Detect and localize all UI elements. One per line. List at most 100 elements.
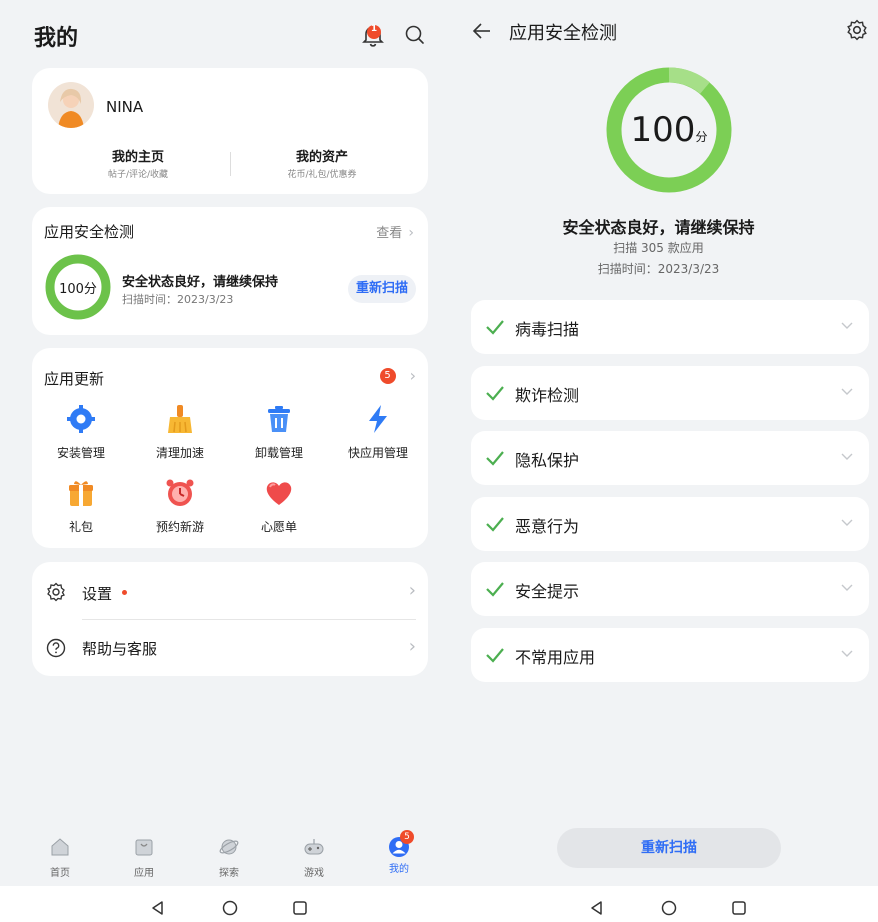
- updates-card-title: 应用更新: [44, 370, 105, 388]
- back-button[interactable]: [471, 20, 493, 46]
- help-row[interactable]: 帮助与客服 ›: [32, 620, 428, 676]
- chevron-right-icon: ›: [408, 580, 416, 601]
- username: NINA: [106, 98, 144, 116]
- view-link[interactable]: 查看 ›: [376, 222, 414, 241]
- security-status: 安全状态良好，请继续保持: [562, 218, 755, 237]
- grid-item-label: 清理加速: [155, 446, 204, 460]
- chevron-down-icon: [841, 388, 853, 395]
- gear-icon: [47, 582, 65, 602]
- assets-subtitle: 花币/礼包/优惠券: [287, 170, 357, 180]
- gear-icon: [847, 19, 867, 41]
- rescan-button[interactable]: 重新扫描: [347, 275, 416, 303]
- tab-home[interactable]: 首页: [30, 836, 90, 879]
- security-check-card[interactable]: 应用安全检测 查看 › 100分 安全状态良好，请继续保持 扫描时间：2023/…: [32, 207, 428, 335]
- check-label: 恶意行为: [515, 516, 580, 536]
- updates-more-link[interactable]: 5 ›: [379, 366, 416, 385]
- checkmark-icon: [486, 582, 504, 597]
- back-nav-button[interactable]: [146, 896, 170, 920]
- home-nav-button[interactable]: [218, 896, 242, 920]
- check-label: 安全提示: [515, 582, 580, 601]
- square-recents-icon: [293, 901, 307, 915]
- grid-item-label: 卸载管理: [254, 446, 303, 460]
- tab-explore[interactable]: 探索: [199, 836, 259, 879]
- triangle-back-icon: [152, 901, 163, 915]
- tab-label: 我的: [389, 864, 409, 875]
- score-text: 100分: [59, 282, 97, 297]
- settings-red-dot: [122, 590, 127, 595]
- checkmark-icon: [486, 320, 504, 335]
- search-button[interactable]: [404, 24, 426, 50]
- security-check-screen: 应用安全检测 100分 安全状态良好，请继续保持 扫描 305 款应用 扫描时间…: [439, 0, 878, 922]
- lightning-icon: [363, 404, 393, 434]
- tab-games[interactable]: 游戏: [284, 836, 344, 879]
- score-ring: 100分: [605, 66, 733, 194]
- settings-button[interactable]: [846, 19, 868, 45]
- check-label: 隐私保护: [515, 451, 580, 470]
- system-nav-bar: [0, 886, 439, 922]
- check-label: 病毒扫描: [515, 320, 580, 339]
- scanned-apps-count: 扫描 305 款应用: [613, 241, 704, 255]
- help-label: 帮助与客服: [82, 640, 158, 658]
- check-label: 不常用应用: [515, 647, 596, 667]
- grid-item-label: 心愿单: [260, 520, 297, 534]
- avatar-image: [58, 88, 84, 128]
- tab-me[interactable]: 5 我的: [369, 830, 429, 875]
- settings-row[interactable]: 设置 ›: [32, 562, 428, 620]
- back-nav-button[interactable]: [585, 896, 609, 920]
- notification-bell-button[interactable]: 1: [360, 22, 386, 48]
- square-recents-icon: [732, 901, 746, 915]
- gamepad-icon: [304, 839, 324, 855]
- recents-nav-button[interactable]: [727, 896, 751, 920]
- grid-item-label: 安装管理: [56, 446, 105, 460]
- grid-item-cleanup[interactable]: 清理加速: [132, 404, 228, 461]
- grid-item-install-manager[interactable]: 安装管理: [33, 404, 129, 461]
- triangle-back-icon: [591, 901, 602, 915]
- tab-label: 游戏: [304, 868, 324, 879]
- grid-item-label: 快应用管理: [347, 446, 408, 460]
- grid-item-quick-app-manager[interactable]: 快应用管理: [330, 404, 426, 461]
- page-title: 我的: [34, 26, 79, 51]
- check-label: 欺诈检测: [515, 385, 580, 405]
- score-unit: 分: [695, 130, 708, 144]
- settings-label: 设置: [82, 585, 113, 603]
- check-row[interactable]: 恶意行为: [471, 496, 869, 551]
- circle-home-icon: [661, 900, 677, 916]
- system-nav-bar: [439, 886, 878, 922]
- assets-title: 我的资产: [295, 150, 348, 165]
- grid-item-uninstall-manager[interactable]: 卸载管理: [231, 404, 327, 461]
- shopping-bag-icon: [135, 839, 153, 856]
- rescan-button[interactable]: 重新扫描: [557, 828, 781, 868]
- tab-label: 应用: [134, 868, 154, 879]
- check-row[interactable]: 不常用应用: [471, 627, 869, 682]
- check-row[interactable]: 隐私保护: [471, 431, 869, 485]
- score-value: 100: [630, 110, 696, 150]
- help-circle-icon: [46, 638, 66, 658]
- notification-badge: 1: [370, 24, 378, 34]
- grid-item-reserve-games[interactable]: 预约新游: [132, 478, 228, 535]
- security-card-title: 应用安全检测: [44, 223, 135, 241]
- trash-icon: [264, 404, 294, 434]
- recents-nav-button[interactable]: [288, 896, 312, 920]
- grid-item-wishlist[interactable]: 心愿单: [231, 478, 327, 535]
- homepage-link[interactable]: 我的主页 帖子/评论/收藏: [72, 146, 204, 180]
- check-row[interactable]: 病毒扫描: [471, 300, 869, 354]
- score-display: 100分: [605, 110, 733, 150]
- home-icon: [51, 838, 69, 856]
- chevron-down-icon: [841, 453, 853, 460]
- check-row[interactable]: 欺诈检测: [471, 365, 869, 420]
- check-row[interactable]: 安全提示: [471, 562, 869, 616]
- grid-item-label: 预约新游: [155, 520, 204, 534]
- heart-icon: [264, 478, 294, 508]
- chevron-down-icon: [841, 519, 853, 526]
- grid-item-gift[interactable]: 礼包: [33, 478, 129, 535]
- home-nav-button[interactable]: [657, 896, 681, 920]
- avatar[interactable]: [48, 82, 94, 128]
- my-page-screen: 我的 1 NINA 我的主页 帖子/评论/收藏 我的资产 花币/礼包/优惠券 应…: [0, 0, 439, 922]
- chevron-down-icon: [841, 322, 853, 329]
- tab-apps[interactable]: 应用: [114, 836, 174, 879]
- chevron-right-icon: ›: [409, 366, 416, 385]
- divider: [230, 152, 231, 176]
- arrow-left-icon: [472, 23, 490, 39]
- assets-link[interactable]: 我的资产 花币/礼包/优惠券: [256, 146, 388, 180]
- chevron-right-icon: ›: [408, 636, 416, 657]
